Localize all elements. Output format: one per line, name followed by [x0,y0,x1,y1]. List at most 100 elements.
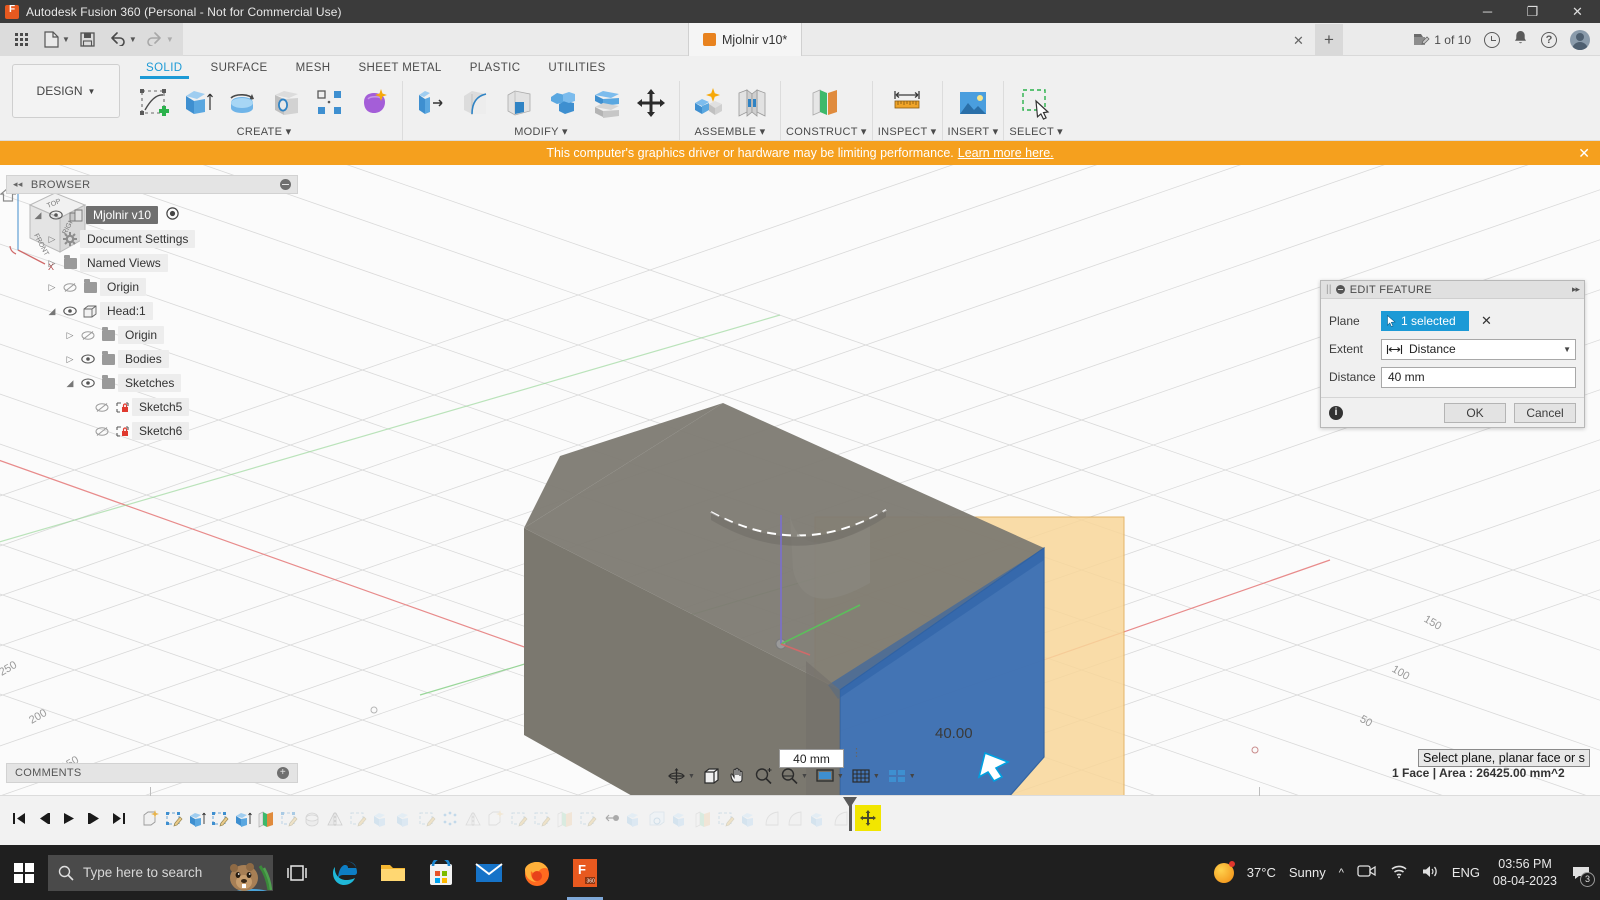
expand-triangle-icon[interactable]: ▷ [44,258,60,269]
panel-select-label[interactable]: SELECT ▾ [1009,125,1063,140]
offset-face-icon[interactable] [586,82,628,124]
firefox-icon[interactable] [513,845,561,900]
workspace-switcher[interactable]: DESIGN▼ [12,64,120,118]
visibility-hidden-eye-icon[interactable] [92,402,112,413]
timeline-feature-extrude[interactable] [738,807,760,829]
expand-triangle-icon[interactable]: ▷ [44,282,60,293]
viewports-caret-icon[interactable]: ▼ [909,773,916,780]
recent-clock-icon[interactable] [1484,32,1500,48]
clock[interactable]: 03:56 PM 08-04-2023 [1493,856,1557,890]
timeline-feature-shell[interactable] [646,807,668,829]
timeline-feature-sketch[interactable] [209,807,231,829]
tree-item-origin-head[interactable]: ▷ Origin [6,323,298,347]
timeline-feature-extrude[interactable] [807,807,829,829]
timeline-feature-sketch[interactable] [531,807,553,829]
tree-item-head[interactable]: ◢ Head:1 [6,299,298,323]
insert-image-icon[interactable] [952,82,994,124]
tree-item-document-settings[interactable]: ▷ Document Settings [6,227,298,251]
mail-icon[interactable] [465,845,513,900]
timeline-first-icon[interactable] [8,807,30,829]
timeline-feature-joint[interactable] [600,807,622,829]
warning-learn-more-link[interactable]: Learn more here. [958,146,1054,160]
tab-utilities[interactable]: UTILITIES [534,59,619,79]
task-view-icon[interactable] [273,845,321,900]
visibility-eye-icon[interactable] [78,354,98,364]
timeline-feature-sketch[interactable] [508,807,530,829]
fit-icon[interactable]: ▼ [777,765,811,787]
timeline-feature-sketch[interactable] [416,807,438,829]
chevron-down-icon[interactable]: ▼ [1563,345,1571,354]
visibility-eye-icon[interactable] [46,210,66,220]
new-sketch-icon[interactable] [133,82,175,124]
fusion360-taskbar-icon[interactable]: F360 [561,845,609,900]
timeline-feature-plane[interactable] [692,807,714,829]
timeline-feature-fillet[interactable] [784,807,806,829]
timeline-next-icon[interactable] [83,807,105,829]
timeline-feature-revolve[interactable] [301,807,323,829]
timeline-feature-extrude[interactable] [186,807,208,829]
timeline-feature-extrude[interactable] [370,807,392,829]
search-input[interactable]: Type here to search [48,855,273,891]
tab-surface[interactable]: SURFACE [197,59,282,79]
volume-icon[interactable] [1421,864,1439,882]
cancel-button[interactable]: Cancel [1514,403,1576,423]
panel-inspect-label[interactable]: INSPECT ▾ [878,125,937,140]
tab-solid[interactable]: SOLID [132,59,197,79]
visibility-eye-icon[interactable] [60,306,80,316]
extrude-icon[interactable] [177,82,219,124]
file-explorer-icon[interactable] [369,845,417,900]
tree-item-sketches[interactable]: ◢ Sketches [6,371,298,395]
measure-icon[interactable] [886,82,928,124]
plane-clear-icon[interactable]: ✕ [1481,313,1492,329]
tree-item-origin-root[interactable]: ▷ Origin [6,275,298,299]
undo-caret-icon[interactable]: ▼ [129,35,137,44]
user-avatar[interactable] [1570,30,1590,50]
panel-modify-label[interactable]: MODIFY ▾ [514,125,568,140]
timeline-feature-mirror[interactable] [462,807,484,829]
visibility-eye-icon[interactable] [78,378,98,388]
help-icon[interactable]: ? [1541,32,1557,48]
orbit-caret-icon[interactable]: ▼ [688,773,695,780]
comments-panel-header[interactable]: COMMENTS + [6,763,298,783]
redo-caret-icon[interactable]: ▼ [166,35,174,44]
timeline-feature-sketch[interactable] [347,807,369,829]
zoom-icon[interactable] [751,765,776,787]
panel-construct-label[interactable]: CONSTRUCT ▾ [786,125,867,140]
activate-radio-icon[interactable] [166,207,179,223]
meet-now-icon[interactable] [1357,863,1377,882]
move-copy-icon[interactable] [630,82,672,124]
timeline-feature-extrude[interactable] [232,807,254,829]
notifications-bell-icon[interactable] [1513,30,1528,49]
timeline-last-icon[interactable] [108,807,130,829]
timeline-feature-sketch[interactable] [715,807,737,829]
maximize-button[interactable]: ❐ [1510,0,1555,23]
expand-triangle-icon[interactable]: ▷ [62,330,78,341]
timeline-feature-new-component[interactable] [485,807,507,829]
orbit-icon[interactable]: ▼ [664,765,698,787]
tab-plastic[interactable]: PLASTIC [456,59,535,79]
display-caret-icon[interactable]: ▼ [837,773,844,780]
browser-minimize-icon[interactable] [280,179,291,190]
ok-button[interactable]: OK [1444,403,1506,423]
timeline-feature-extrude[interactable] [623,807,645,829]
tab-sheet-metal[interactable]: SHEET METAL [344,59,455,79]
timeline-feature-pattern[interactable] [439,807,461,829]
form-icon[interactable] [353,82,395,124]
panel-create-label[interactable]: CREATE ▾ [237,125,292,140]
tree-item-mjolnir[interactable]: ◢ Mjolnir v10 [6,203,298,227]
visibility-hidden-eye-icon[interactable] [92,426,112,437]
weather-temperature[interactable]: 37°C [1247,865,1276,880]
plane-selection-button[interactable]: 1 selected [1381,311,1469,331]
extent-dropdown[interactable]: Distance ▼ [1381,339,1576,360]
expand-triangle-icon[interactable]: ◢ [30,210,46,221]
minimize-button[interactable]: ─ [1465,0,1510,23]
new-tab-button[interactable]: + [1315,24,1343,55]
language-indicator[interactable]: ENG [1452,865,1480,880]
timeline-feature-plane[interactable] [554,807,576,829]
timeline-feature-mirror[interactable] [324,807,346,829]
info-icon[interactable]: i [1329,406,1343,420]
timeline-playhead-marker[interactable] [855,805,881,831]
visibility-hidden-eye-icon[interactable] [60,282,80,293]
dimension-options-icon[interactable]: ⋮ [851,750,862,756]
tree-item-bodies[interactable]: ▷ Bodies [6,347,298,371]
